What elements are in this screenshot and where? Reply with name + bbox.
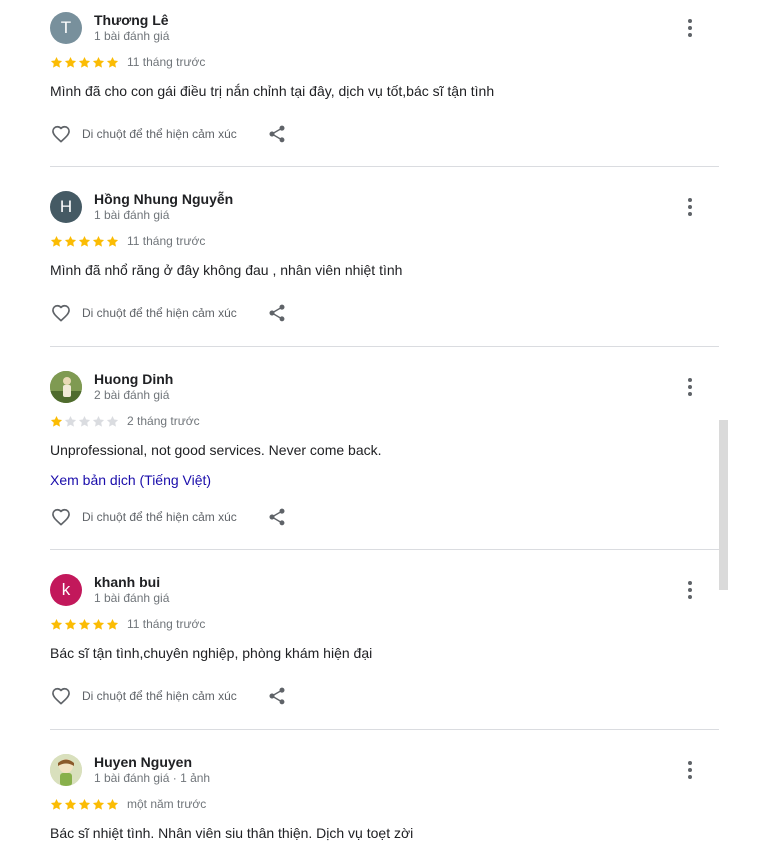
star-filled-icon	[64, 56, 77, 69]
star-filled-icon	[64, 235, 77, 248]
rating-row: 11 tháng trước	[50, 617, 205, 631]
reviewer-meta: 1 bài đánh giá	[94, 591, 170, 605]
avatar[interactable]	[50, 371, 82, 403]
react-button[interactable]: Di chuột để thể hiện cảm xúc	[50, 123, 237, 145]
star-filled-icon	[78, 235, 91, 248]
star-rating	[50, 415, 119, 428]
star-empty-icon	[78, 415, 91, 428]
heart-outline-icon	[50, 302, 72, 324]
more-options-icon[interactable]	[682, 760, 698, 780]
more-options-icon[interactable]	[682, 580, 698, 600]
reviews-list: T Thương Lê 1 bài đánh giá 11 tháng trướ…	[50, 0, 719, 858]
star-empty-icon	[92, 415, 105, 428]
scrollbar-thumb[interactable]	[719, 420, 728, 590]
review-age: 11 tháng trước	[127, 617, 206, 631]
heart-outline-icon	[50, 506, 72, 528]
star-filled-icon	[50, 618, 63, 631]
star-filled-icon	[92, 618, 105, 631]
avatar[interactable]: k	[50, 574, 82, 606]
more-options-icon[interactable]	[682, 377, 698, 397]
heart-outline-icon	[50, 123, 72, 145]
star-filled-icon	[106, 235, 119, 248]
review-text: Bác sĩ tận tình,chuyên nghiệp, phòng khá…	[50, 645, 373, 661]
rating-row: một năm trước	[50, 797, 206, 811]
translate-link[interactable]: Xem bản dịch (Tiếng Việt)	[50, 472, 211, 488]
react-label: Di chuột để thể hiện cảm xúc	[82, 127, 237, 141]
review-card: Huyen Nguyen 1 bài đánh giá · 1 ảnh một …	[50, 730, 719, 858]
reviewer-meta: 2 bài đánh giá	[94, 388, 170, 402]
share-button[interactable]	[267, 124, 287, 144]
review-text: Bác sĩ nhiệt tình. Nhân viên siu thân th…	[50, 825, 414, 841]
reviewer-name[interactable]: Huyen Nguyen	[94, 754, 192, 770]
react-button[interactable]: Di chuột để thể hiện cảm xúc	[50, 685, 237, 707]
star-rating	[50, 56, 119, 69]
star-filled-icon	[78, 618, 91, 631]
react-label: Di chuột để thể hiện cảm xúc	[82, 689, 237, 703]
star-filled-icon	[106, 618, 119, 631]
heart-outline-icon	[50, 685, 72, 707]
review-actions: Di chuột để thể hiện cảm xúc	[50, 301, 287, 325]
share-icon	[267, 507, 287, 527]
star-filled-icon	[92, 235, 105, 248]
star-filled-icon	[78, 798, 91, 811]
review-card: T Thương Lê 1 bài đánh giá 11 tháng trướ…	[50, 0, 719, 167]
review-actions: Di chuột để thể hiện cảm xúc	[50, 505, 287, 529]
review-age: 11 tháng trước	[127, 55, 206, 69]
star-filled-icon	[50, 415, 63, 428]
review-text: Mình đã nhổ răng ở đây không đau , nhân …	[50, 262, 403, 278]
review-age: một năm trước	[127, 797, 207, 811]
reviewer-meta: 1 bài đánh giá	[94, 208, 170, 222]
avatar-photo	[50, 371, 82, 403]
star-filled-icon	[92, 56, 105, 69]
star-filled-icon	[106, 798, 119, 811]
avatar[interactable]: T	[50, 12, 82, 44]
review-age: 2 tháng trước	[127, 414, 200, 428]
share-icon	[267, 124, 287, 144]
review-age: 11 tháng trước	[127, 234, 206, 248]
review-text: Mình đã cho con gái điều trị nắn chỉnh t…	[50, 83, 495, 99]
share-icon	[267, 686, 287, 706]
review-actions: Di chuột để thể hiện cảm xúc	[50, 122, 287, 146]
star-rating	[50, 618, 119, 631]
star-empty-icon	[64, 415, 77, 428]
star-filled-icon	[50, 798, 63, 811]
react-label: Di chuột để thể hiện cảm xúc	[82, 306, 237, 320]
rating-row: 2 tháng trước	[50, 414, 200, 428]
star-filled-icon	[64, 798, 77, 811]
review-card: k khanh bui 1 bài đánh giá 11 tháng trướ…	[50, 550, 719, 730]
reviewer-name[interactable]: Huong Dinh	[94, 371, 173, 387]
reviewer-name[interactable]: Thương Lê	[94, 12, 169, 28]
star-rating	[50, 235, 119, 248]
avatar[interactable]	[50, 754, 82, 786]
star-filled-icon	[106, 56, 119, 69]
star-filled-icon	[50, 235, 63, 248]
reviewer-meta: 1 bài đánh giá	[94, 29, 170, 43]
star-filled-icon	[64, 618, 77, 631]
reviewer-name[interactable]: khanh bui	[94, 574, 160, 590]
star-filled-icon	[78, 56, 91, 69]
review-card: Huong Dinh 2 bài đánh giá 2 tháng trước …	[50, 347, 719, 550]
react-button[interactable]: Di chuột để thể hiện cảm xúc	[50, 506, 237, 528]
more-options-icon[interactable]	[682, 18, 698, 38]
share-button[interactable]	[267, 686, 287, 706]
avatar-photo	[50, 754, 82, 786]
avatar[interactable]: H	[50, 191, 82, 223]
react-label: Di chuột để thể hiện cảm xúc	[82, 510, 237, 524]
star-filled-icon	[92, 798, 105, 811]
more-options-icon[interactable]	[682, 197, 698, 217]
review-text: Unprofessional, not good services. Never…	[50, 442, 382, 458]
reviewer-name[interactable]: Hồng Nhung Nguyễn	[94, 191, 233, 207]
rating-row: 11 tháng trước	[50, 234, 205, 248]
share-button[interactable]	[267, 507, 287, 527]
reviewer-meta: 1 bài đánh giá · 1 ảnh	[94, 771, 211, 785]
star-rating	[50, 798, 119, 811]
rating-row: 11 tháng trước	[50, 55, 205, 69]
react-button[interactable]: Di chuột để thể hiện cảm xúc	[50, 302, 237, 324]
review-card: H Hồng Nhung Nguyễn 1 bài đánh giá 11 th…	[50, 167, 719, 347]
star-filled-icon	[50, 56, 63, 69]
share-icon	[267, 303, 287, 323]
star-empty-icon	[106, 415, 119, 428]
review-actions: Di chuột để thể hiện cảm xúc	[50, 684, 287, 708]
share-button[interactable]	[267, 303, 287, 323]
